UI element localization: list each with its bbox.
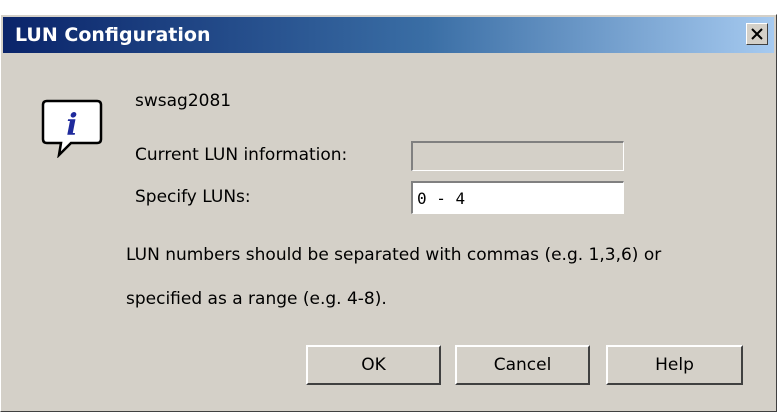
help-button[interactable]: Help [606,345,743,385]
close-button[interactable] [746,23,768,45]
lun-configuration-dialog: LUN Configuration i swsag2081 Current LU… [0,14,777,412]
current-lun-field [411,141,624,171]
specify-luns-input[interactable] [411,181,624,214]
help-text-line-1: LUN numbers should be separated with com… [126,245,662,265]
info-icon: i [41,99,103,158]
window-title: LUN Configuration [15,24,211,46]
ok-button[interactable]: OK [306,345,441,385]
help-text-line-2: specified as a range (e.g. 4-8). [126,289,387,309]
current-lun-label: Current LUN information: [135,145,348,165]
svg-text:i: i [66,108,77,143]
close-icon [751,28,763,40]
title-bar[interactable]: LUN Configuration [3,17,774,53]
specify-luns-label: Specify LUNs: [135,187,251,207]
cancel-button[interactable]: Cancel [455,345,590,385]
server-name: swsag2081 [135,91,232,111]
